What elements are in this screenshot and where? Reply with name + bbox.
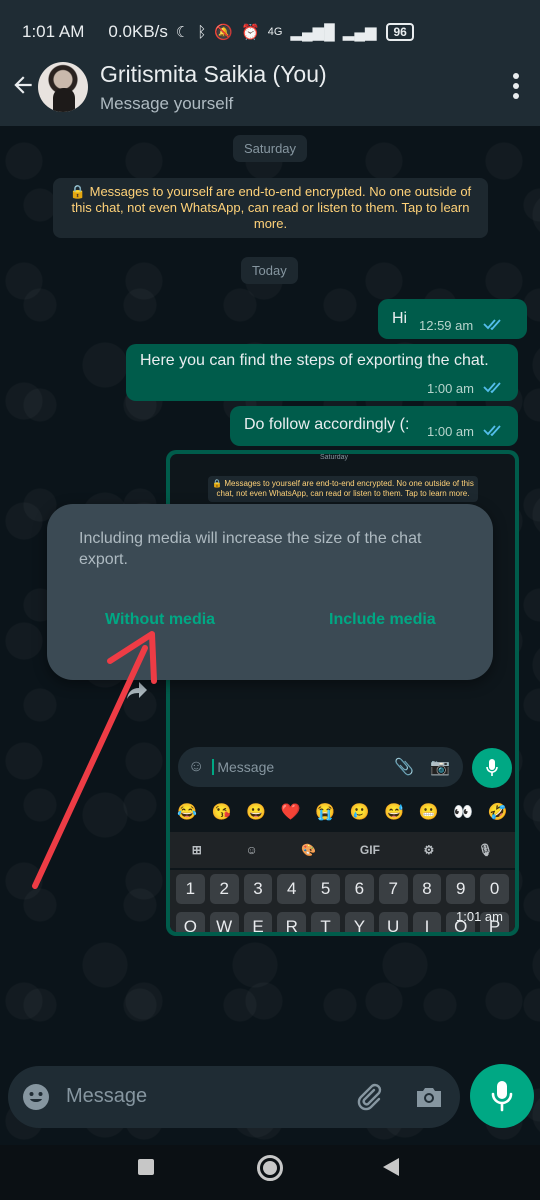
read-ticks-icon	[483, 319, 501, 330]
dialog-message: Including media will increase the size o…	[79, 530, 422, 568]
emoji-icon[interactable]	[22, 1083, 50, 1111]
moon-icon: ☾	[175, 24, 190, 41]
message-time: 12:59 am	[419, 318, 474, 333]
message-bubble[interactable]: Do follow accordingly (: 1:00 am	[230, 406, 518, 446]
key: T	[311, 912, 340, 932]
mini-mic-icon	[472, 748, 512, 788]
emoji: 😭	[315, 804, 336, 821]
network-speed: 0.0KB/s	[108, 22, 168, 41]
key: W	[209, 912, 239, 932]
signal-icon: 4G	[267, 26, 283, 38]
nav-back-icon[interactable]	[383, 1158, 399, 1176]
key: U	[378, 912, 408, 932]
bluetooth-icon: ᛒ	[197, 23, 207, 41]
palette-icon: 🎨	[301, 843, 317, 857]
message-time: 1:00 am	[427, 381, 474, 396]
battery-icon: 96	[386, 23, 414, 41]
mini-emoji-row: 😂 😘 😀 ❤️ 😭 🥲 😅 😬 👀 🤣	[170, 797, 515, 827]
read-ticks-icon	[483, 382, 501, 393]
contact-name[interactable]: Gritismita Saikia (You)	[100, 61, 327, 88]
mute-bell-icon: 🔕	[214, 24, 234, 41]
home-icon[interactable]	[257, 1155, 283, 1181]
message-bubble[interactable]: Here you can find the steps of exporting…	[126, 344, 518, 401]
mic-button[interactable]	[470, 1064, 534, 1128]
key: 7	[378, 874, 408, 904]
emoji: 👀	[453, 804, 474, 821]
mic-icon	[491, 1081, 513, 1112]
key: I	[412, 912, 442, 932]
emoji: ❤️	[280, 804, 301, 821]
mini-message-input: ☺ Message 📎 📷	[178, 747, 463, 787]
message-input[interactable]: Message	[66, 1085, 147, 1108]
status-icons: ☾ ᛒ 🔕 ⏰ 4G ▂▄▆█ ▂▄▆	[175, 23, 377, 42]
settings-icon: ⚙	[423, 843, 435, 857]
without-media-button[interactable]: Without media	[105, 611, 215, 629]
avatar[interactable]	[38, 62, 88, 112]
image-message-time: 1:01 am	[456, 909, 503, 924]
mini-date-chip: Saturday	[320, 454, 349, 461]
mini-attach-icon: 📎	[394, 759, 414, 776]
attach-icon[interactable]	[354, 1082, 384, 1112]
emoji: 😬	[418, 804, 439, 821]
signal-bars-2-icon: ▂▄▆	[342, 24, 377, 41]
key: 1	[176, 874, 205, 904]
key: 6	[344, 874, 374, 904]
alarm-icon: ⏰	[241, 24, 260, 41]
key: E	[243, 912, 273, 932]
grid-icon: ⊞	[191, 843, 202, 857]
key: 3	[243, 874, 273, 904]
mini-encryption-notice: 🔒 Messages to yourself are end-to-end en…	[208, 476, 478, 502]
chat-header: Gritismita Saikia (You) Message yourself	[0, 44, 540, 126]
read-ticks-icon	[483, 425, 501, 436]
key: 4	[277, 874, 307, 904]
key: 2	[209, 874, 239, 904]
signal-bars-icon: ▂▄▆█	[290, 24, 335, 41]
more-options-icon[interactable]	[512, 72, 520, 100]
key: Q	[176, 912, 205, 932]
key: 8	[412, 874, 442, 904]
date-chip-today: Today	[241, 257, 298, 284]
message-text: Hi	[392, 310, 408, 327]
export-media-dialog: Including media will increase the size o…	[47, 504, 493, 680]
emoji: 🤣	[487, 804, 508, 821]
key: 0	[480, 874, 509, 904]
mini-keyboard-toolbar: ⊞ ☺ 🎨 GIF ⚙ 🎙	[170, 832, 515, 868]
back-arrow-icon[interactable]	[10, 72, 36, 98]
include-media-button[interactable]: Include media	[329, 611, 436, 629]
date-chip-saturday: Saturday	[233, 135, 308, 162]
mini-emoji-icon: ☺	[188, 758, 205, 775]
emoji: 😀	[246, 804, 267, 821]
contact-subtitle: Message yourself	[100, 94, 234, 113]
sticker-icon: ☺	[245, 843, 258, 857]
key: 9	[446, 874, 476, 904]
message-time: 1:00 am	[427, 424, 474, 439]
key: Y	[344, 912, 374, 932]
recent-apps-icon[interactable]	[138, 1159, 154, 1175]
emoji: 🥲	[349, 804, 370, 821]
camera-icon[interactable]	[414, 1082, 444, 1112]
mini-input-placeholder: Message	[212, 759, 274, 775]
encryption-notice[interactable]: 🔒 Messages to yourself are end-to-end en…	[53, 178, 488, 238]
message-text: Here you can find the steps of exporting…	[140, 352, 489, 369]
key: R	[277, 912, 307, 932]
forward-icon[interactable]	[126, 680, 148, 700]
mic-icon: 🎙	[477, 843, 494, 857]
system-nav-bar	[0, 1145, 540, 1200]
emoji: 😅	[384, 804, 405, 821]
gif-label: GIF	[359, 843, 380, 857]
emoji: 😘	[211, 804, 232, 821]
status-time: 1:01 AM	[22, 22, 85, 41]
key: 5	[311, 874, 340, 904]
emoji: 😂	[177, 804, 198, 821]
mini-camera-icon: 📷	[430, 759, 450, 776]
message-bubble[interactable]: Hi 12:59 am	[378, 299, 527, 339]
message-input-bar[interactable]: Message	[8, 1066, 460, 1128]
message-text: Do follow accordingly (:	[244, 416, 410, 433]
